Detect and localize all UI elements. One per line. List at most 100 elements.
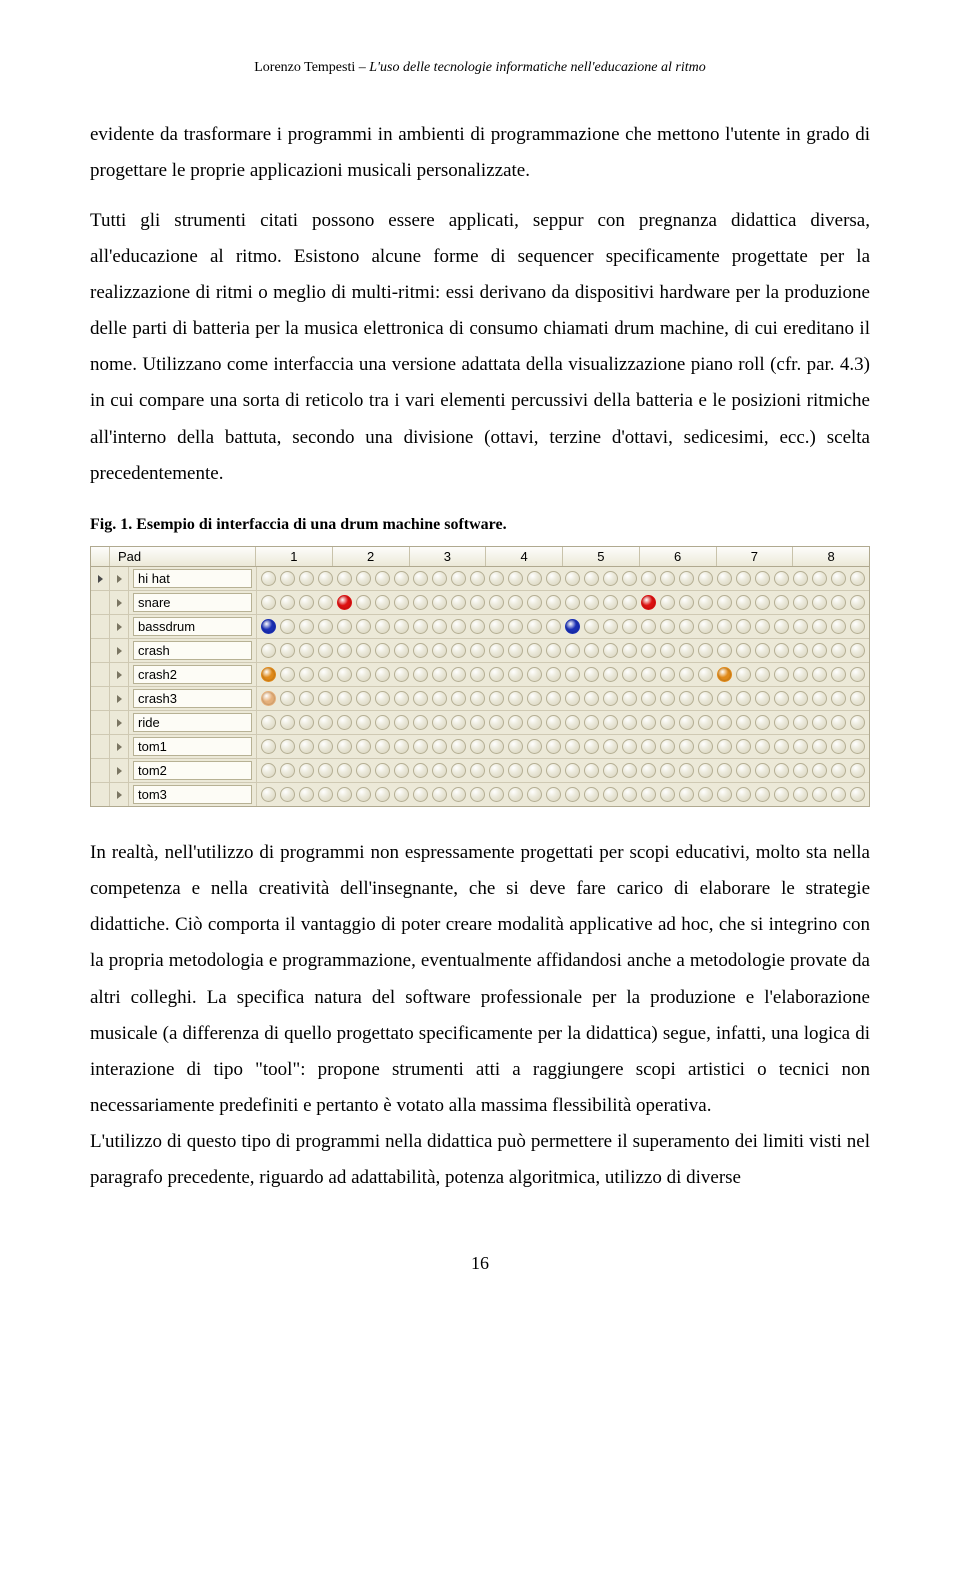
step-cell[interactable] (641, 787, 656, 802)
step-cell[interactable] (318, 691, 333, 706)
step-cell[interactable] (280, 595, 295, 610)
step-cell[interactable] (280, 739, 295, 754)
step-cell[interactable] (527, 739, 542, 754)
step-group-header-7[interactable]: 7 (717, 547, 794, 566)
step-cell[interactable] (584, 595, 599, 610)
step-cell[interactable] (394, 619, 409, 634)
step-cell[interactable] (413, 595, 428, 610)
step-cell[interactable] (679, 739, 694, 754)
step-cell[interactable] (698, 787, 713, 802)
step-cell[interactable] (698, 595, 713, 610)
step-cell[interactable] (375, 571, 390, 586)
step-cell[interactable] (565, 643, 580, 658)
step-cell[interactable] (831, 619, 846, 634)
step-cell[interactable] (413, 643, 428, 658)
step-group-header-4[interactable]: 4 (486, 547, 563, 566)
step-cell[interactable] (774, 739, 789, 754)
step-cell[interactable] (337, 787, 352, 802)
step-cell[interactable] (337, 739, 352, 754)
step-cell[interactable] (660, 619, 675, 634)
step-cell[interactable] (812, 643, 827, 658)
step-cell[interactable] (679, 595, 694, 610)
step-cell[interactable] (698, 691, 713, 706)
step-cell[interactable] (736, 667, 751, 682)
step-cell[interactable] (451, 763, 466, 778)
step-cell[interactable] (451, 643, 466, 658)
step-cell[interactable] (679, 667, 694, 682)
row-selector[interactable] (91, 783, 110, 806)
step-cell[interactable] (413, 763, 428, 778)
step-cell[interactable] (736, 739, 751, 754)
step-cell[interactable] (299, 715, 314, 730)
step-cell[interactable] (280, 643, 295, 658)
step-cell[interactable] (356, 715, 371, 730)
step-cell[interactable] (527, 763, 542, 778)
step-cell[interactable] (413, 619, 428, 634)
step-group-header-5[interactable]: 5 (563, 547, 640, 566)
step-cell[interactable] (850, 787, 865, 802)
step-cell[interactable] (850, 595, 865, 610)
step-cell[interactable] (527, 643, 542, 658)
track-name-input[interactable] (133, 689, 252, 708)
step-cell[interactable] (793, 643, 808, 658)
step-cell[interactable] (337, 715, 352, 730)
play-track-button[interactable] (110, 639, 129, 662)
step-cell[interactable] (489, 715, 504, 730)
step-cell[interactable] (299, 571, 314, 586)
step-cell[interactable] (451, 691, 466, 706)
step-cell[interactable] (812, 739, 827, 754)
step-cell[interactable] (508, 715, 523, 730)
step-cell[interactable] (375, 619, 390, 634)
step-cell[interactable] (489, 619, 504, 634)
step-cell[interactable] (660, 595, 675, 610)
step-cell[interactable] (356, 787, 371, 802)
step-cell[interactable] (356, 739, 371, 754)
step-cell[interactable] (717, 643, 732, 658)
step-cell[interactable] (470, 619, 485, 634)
track-name-input[interactable] (133, 569, 252, 588)
step-group-header-2[interactable]: 2 (333, 547, 410, 566)
step-cell[interactable] (584, 619, 599, 634)
step-cell[interactable] (299, 691, 314, 706)
step-cell[interactable] (584, 763, 599, 778)
step-cell[interactable] (793, 691, 808, 706)
step-cell[interactable] (356, 763, 371, 778)
step-cell[interactable] (755, 667, 770, 682)
step-cell[interactable] (413, 691, 428, 706)
step-cell[interactable] (717, 763, 732, 778)
step-cell[interactable] (261, 715, 276, 730)
track-name-input[interactable] (133, 641, 252, 660)
play-track-button[interactable] (110, 567, 129, 590)
step-cell[interactable] (660, 739, 675, 754)
step-cell[interactable] (755, 739, 770, 754)
row-selector[interactable] (91, 567, 110, 590)
step-cell[interactable] (337, 571, 352, 586)
step-cell[interactable] (812, 595, 827, 610)
step-cell[interactable] (432, 691, 447, 706)
step-cell[interactable] (565, 691, 580, 706)
step-cell[interactable] (584, 691, 599, 706)
step-cell[interactable] (413, 571, 428, 586)
step-cell[interactable] (375, 643, 390, 658)
step-cell[interactable] (280, 763, 295, 778)
step-cell[interactable] (660, 691, 675, 706)
row-selector[interactable] (91, 759, 110, 782)
step-cell[interactable] (375, 691, 390, 706)
step-cell[interactable] (375, 595, 390, 610)
step-cell[interactable] (318, 643, 333, 658)
step-cell[interactable] (565, 667, 580, 682)
step-cell[interactable] (508, 667, 523, 682)
step-cell[interactable] (280, 571, 295, 586)
step-cell[interactable] (375, 667, 390, 682)
step-cell[interactable] (451, 667, 466, 682)
step-cell[interactable] (527, 691, 542, 706)
step-cell[interactable] (774, 667, 789, 682)
step-cell[interactable] (793, 739, 808, 754)
step-cell[interactable] (337, 643, 352, 658)
step-cell[interactable] (546, 787, 561, 802)
step-cell[interactable] (261, 787, 276, 802)
step-cell[interactable] (622, 691, 637, 706)
step-cell[interactable] (508, 643, 523, 658)
step-cell[interactable] (546, 595, 561, 610)
step-cell[interactable] (318, 571, 333, 586)
